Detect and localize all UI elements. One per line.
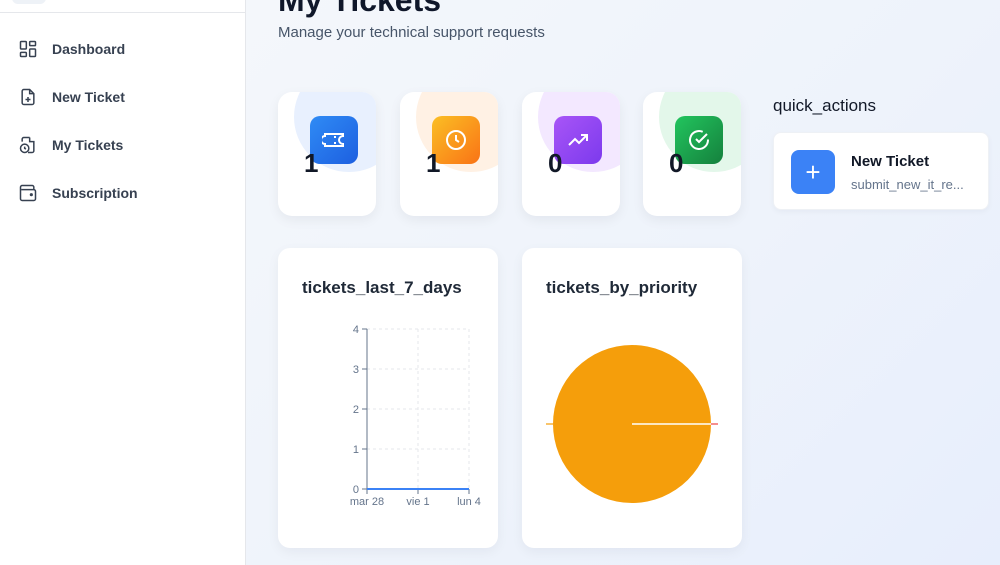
quick-action-name: New Ticket <box>851 153 930 170</box>
wallet-icon <box>19 184 37 202</box>
sidebar: Dashboard New Ticket My Tickets Subscrip… <box>0 0 246 565</box>
sidebar-item-my-tickets[interactable]: My Tickets <box>16 128 230 162</box>
sidebar-item-subscription[interactable]: Subscription <box>16 176 230 210</box>
x-tick-label: vie 1 <box>406 496 429 508</box>
stat-card-total: 1 <box>278 92 376 216</box>
plus-icon: + <box>791 150 835 194</box>
x-tick-label: mar 28 <box>350 496 384 508</box>
logo <box>12 0 46 4</box>
chart-title: tickets_by_priority <box>546 278 698 297</box>
chart-card-by-priority: tickets_by_priority <box>522 248 742 548</box>
stat-value: 1 <box>304 148 319 178</box>
stat-card-open: 1 <box>400 92 498 216</box>
sidebar-item-dashboard[interactable]: Dashboard <box>16 32 230 66</box>
stat-card-in-progress: 0 <box>522 92 620 216</box>
stat-card-resolved: 0 <box>643 92 741 216</box>
y-tick-label: 2 <box>353 404 359 416</box>
y-tick-label: 3 <box>353 364 359 376</box>
sidebar-item-label: Dashboard <box>52 41 126 57</box>
sidebar-item-label: New Ticket <box>52 89 125 105</box>
stat-value: 0 <box>548 148 563 178</box>
stat-value: 1 <box>426 148 441 178</box>
page-subtitle: Manage your technical support requests <box>278 24 545 41</box>
quick-action-new-ticket[interactable]: + New Ticket submit_new_it_re... <box>773 132 989 210</box>
x-tick-label: lun 4 <box>457 496 481 508</box>
file-plus-icon <box>21 88 35 106</box>
dashboard-icon <box>19 40 37 58</box>
file-clock-icon <box>19 136 35 154</box>
sidebar-item-new-ticket[interactable]: New Ticket <box>16 80 230 114</box>
y-tick-label: 4 <box>353 324 359 336</box>
sidebar-item-label: Subscription <box>52 185 138 201</box>
y-tick-label: 0 <box>353 484 359 496</box>
chart-title: tickets_last_7_days <box>302 278 462 297</box>
sidebar-item-label: My Tickets <box>52 137 124 153</box>
sidebar-divider <box>0 12 245 13</box>
page-title: My Tickets <box>278 0 442 18</box>
stat-value: 0 <box>669 148 684 178</box>
chart-card-last-7-days: 0 1 2 3 4 mar 28 vie 1 lun 4 tickets_last_7_day… <box>278 248 498 548</box>
quick-action-description: submit_new_it_re... <box>851 177 964 192</box>
quick-actions-title: quick_actions <box>773 96 877 115</box>
main-content: My Tickets Manage your technical support… <box>246 0 1000 565</box>
y-tick-label: 1 <box>353 444 359 456</box>
